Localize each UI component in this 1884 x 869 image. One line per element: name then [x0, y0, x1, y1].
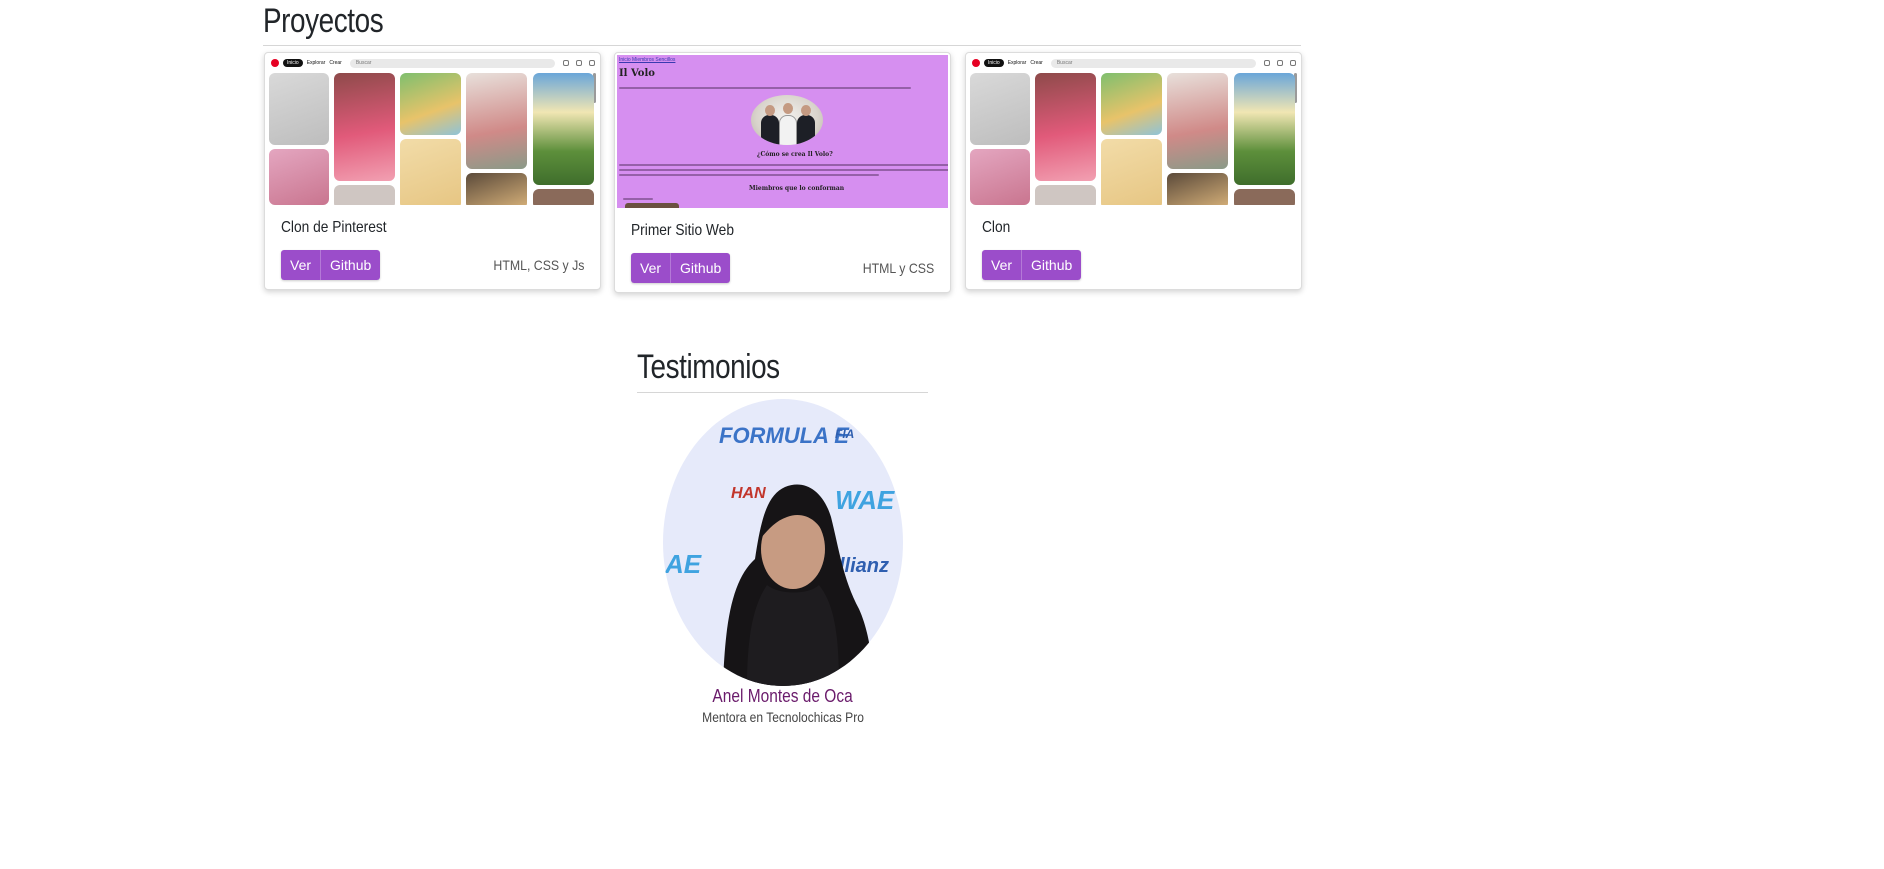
project-card-clon: Inicio Explorar Crear Buscar Clon Ver Gi… [965, 52, 1302, 290]
project-preview-image[interactable]: Inicio Explorar Crear Buscar [267, 55, 598, 205]
pin-tile [334, 185, 395, 205]
testimonial-person-name: Anel Montes de Oca [0, 686, 1566, 707]
pin-tile [334, 73, 395, 181]
pin-tile [1234, 73, 1295, 185]
preview-nav-home: Inicio [984, 59, 1004, 67]
view-project-button[interactable]: Ver [631, 253, 671, 283]
preview-search: Buscar [349, 58, 555, 68]
preview-navbar: Inicio Explorar Crear Buscar [968, 55, 1299, 71]
project-tech-stack: HTML, CSS y Js [492, 257, 584, 273]
project-tech-stack: HTML y CSS [862, 260, 934, 276]
pin-tile [1101, 73, 1162, 135]
bell-icon [563, 60, 569, 66]
project-title: Clon de Pinterest [281, 219, 387, 236]
person-head [765, 105, 775, 116]
person-silhouette [779, 115, 797, 145]
view-project-button[interactable]: Ver [281, 250, 321, 280]
view-project-button[interactable]: Ver [982, 250, 1022, 280]
testimonial-role-text: Mentora en Tecnolochicas Pro [702, 709, 864, 725]
preview-subheading: Miembros que lo conforman [749, 185, 845, 192]
pin-tile [533, 189, 594, 205]
preview-heading: Il Volo [619, 68, 655, 79]
projects-divider [263, 45, 1301, 46]
text-line [619, 169, 948, 171]
volo-preview: Inicio Miembros Sencillos Il Volo ¿Cómo … [617, 55, 948, 208]
person-silhouette [761, 115, 779, 145]
text-line [619, 87, 911, 89]
pin-tile [466, 173, 527, 205]
pin-tile [970, 73, 1030, 145]
pin-tile [533, 73, 594, 185]
pin-tile [269, 73, 329, 145]
project-actions: Ver Github [982, 250, 1082, 280]
preview-navbar: Inicio Explorar Crear Buscar [267, 55, 598, 71]
testimonial-name-text: Anel Montes de Oca [712, 686, 854, 706]
testimonials-section-title: Testimonios [637, 348, 780, 386]
text-line [623, 198, 653, 200]
preview-nav-create: Crear [329, 60, 342, 66]
person-head [801, 105, 811, 116]
chat-icon [576, 60, 582, 66]
project-actions: Ver Github [631, 253, 731, 283]
pin-tile [1101, 139, 1162, 205]
preview-nav-links: Inicio Miembros Sencillos [619, 57, 676, 63]
pinterest-logo-icon [972, 59, 980, 67]
project-title: Clon [982, 219, 1011, 236]
project-preview-image[interactable]: Inicio Miembros Sencillos Il Volo ¿Cómo … [617, 55, 948, 208]
bell-icon [1264, 60, 1270, 66]
pin-tile [400, 139, 461, 205]
project-actions: Ver Github [281, 250, 381, 280]
project-title: Primer Sitio Web [631, 222, 734, 239]
preview-nav-create: Crear [1030, 60, 1043, 66]
project-card-pinterest: Inicio Explorar Crear Buscar Clon de Pin… [264, 52, 601, 290]
text-line [619, 164, 948, 166]
github-button[interactable]: Github [670, 253, 731, 283]
project-preview-image[interactable]: Inicio Explorar Crear Buscar [968, 55, 1299, 205]
pin-tile [1234, 189, 1295, 205]
pin-tile [970, 149, 1030, 205]
project-card-primer-sitio: Inicio Miembros Sencillos Il Volo ¿Cómo … [614, 52, 951, 293]
member-photo [625, 203, 679, 208]
band-photo [751, 95, 823, 145]
pinterest-logo-icon [271, 59, 279, 67]
person-silhouette [797, 115, 815, 145]
preview-nav-explore: Explorar [306, 60, 326, 66]
preview-nav-home: Inicio [283, 59, 303, 67]
pin-tile [400, 73, 461, 135]
preview-nav-explore: Explorar [1007, 60, 1027, 66]
preview-subheading: ¿Cómo se crea Il Volo? [757, 151, 833, 158]
profile-icon [1290, 60, 1296, 66]
preview-search: Buscar [1050, 58, 1256, 68]
projects-section-title: Proyectos [263, 2, 384, 40]
person-head [783, 103, 793, 114]
testimonials-divider [637, 392, 928, 393]
github-button[interactable]: Github [320, 250, 381, 280]
testimonial-avatar: FORMULA E FIA HAN WAE AE llianz [663, 399, 903, 686]
chat-icon [1277, 60, 1283, 66]
pin-tile [466, 73, 527, 169]
person-photo [723, 484, 873, 686]
pin-tile [1035, 73, 1096, 181]
pin-tile [1167, 73, 1228, 169]
text-line [619, 174, 879, 176]
pin-tile [1035, 185, 1096, 205]
testimonial-person-role: Mentora en Tecnolochicas Pro [0, 709, 1566, 725]
profile-icon [589, 60, 595, 66]
pin-tile [269, 149, 329, 205]
github-button[interactable]: Github [1021, 250, 1082, 280]
pin-tile [1167, 173, 1228, 205]
